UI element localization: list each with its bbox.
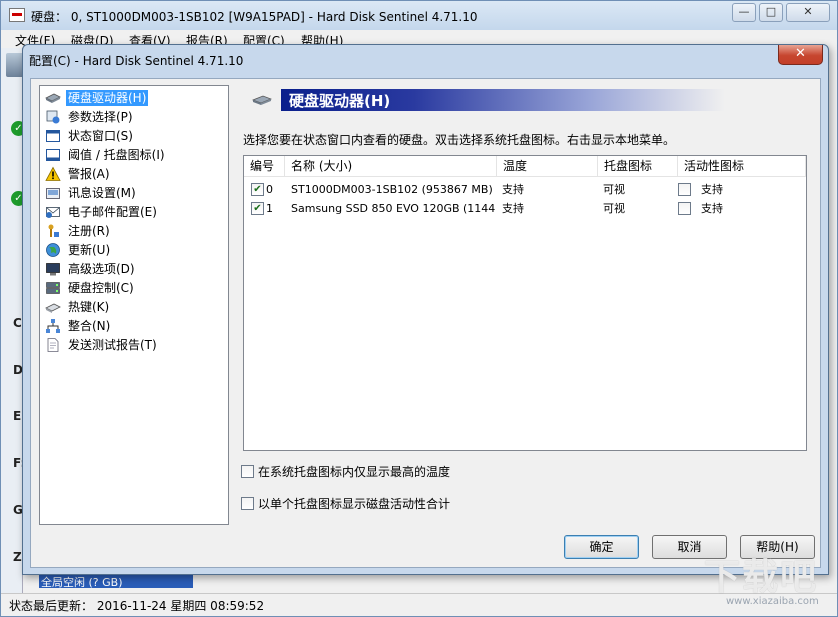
network-icon [45, 318, 61, 334]
disk-number: 1 [266, 199, 284, 218]
tray-icon [45, 147, 61, 163]
tree-item-message-settings[interactable]: 讯息设置(M) [44, 184, 224, 202]
tree-item-label: 高级选项(D) [66, 261, 137, 277]
table-row[interactable]: ✔ 0 ST1000DM003-1SB102 (953867 MB) 支持 可视… [244, 180, 806, 199]
tree-item-hdd[interactable]: 硬盘驱动器(H) [44, 89, 224, 107]
tree-item-threshold-tray[interactable]: 阈值 / 托盘图标(I) [44, 146, 224, 164]
tree-item-label: 发送测试报告(T) [66, 337, 159, 353]
maximize-button[interactable]: □ [759, 3, 783, 22]
main-title-bar: 硬盘： 0, ST1000DM003-1SB102 [W9A15PAD] - H… [1, 1, 837, 30]
tree-item-email-config[interactable]: 电子邮件配置(E) [44, 203, 224, 221]
dialog-title: 配置(C) - Hard Disk Sentinel 4.71.10 [29, 52, 243, 69]
status-text: 状态最后更新： 2016-11-24 星期四 08:59:52 [9, 597, 264, 614]
tree-item-label: 参数选择(P) [66, 109, 135, 125]
section-description: 选择您要在状态窗口内查看的硬盘。双击选择系统托盘图标。右击显示本地菜单。 [243, 131, 675, 148]
tree-item-label: 热键(K) [66, 299, 111, 315]
main-window-title: 硬盘： 0, ST1000DM003-1SB102 [W9A15PAD] - H… [31, 8, 478, 25]
activity-checkbox[interactable] [678, 202, 691, 215]
watermark-logo: 下载吧 [704, 548, 818, 600]
disk-checkbox[interactable]: ✔ [251, 202, 264, 215]
minimize-button[interactable]: — [732, 3, 756, 22]
disk-tray-icon: 可视 [603, 199, 673, 218]
hotkey-icon [45, 299, 61, 315]
option-label: 以单个托盘图标显示磁盘活动性合计 [258, 496, 450, 512]
tree-item-label: 整合(N) [66, 318, 112, 334]
hdd-icon [252, 93, 272, 107]
section-header: 硬盘驱动器(H) [281, 89, 725, 111]
tree-item-alerts[interactable]: 警报(A) [44, 165, 224, 183]
preferences-icon [45, 109, 61, 125]
disk-temperature: 支持 [502, 199, 592, 218]
tree-item-label: 硬盘控制(C) [66, 280, 136, 296]
settings-tree: 硬盘驱动器(H) 参数选择(P) 状态窗口(S) 阈值 / 托盘图标(I) 警报… [39, 85, 229, 525]
main-close-button[interactable]: ✕ [786, 3, 830, 22]
tree-item-label: 注册(R) [66, 223, 112, 239]
disk-tray-icon: 可视 [603, 180, 673, 199]
column-header-temperature[interactable]: 温度 [497, 156, 598, 177]
option-checkbox[interactable] [241, 497, 254, 510]
advanced-icon [45, 261, 61, 277]
tree-item-update[interactable]: 更新(U) [44, 241, 224, 259]
tree-item-label: 电子邮件配置(E) [66, 204, 159, 220]
disk-activity-icon: 支持 [701, 180, 761, 199]
disk-number: 0 [266, 180, 284, 199]
disk-name: ST1000DM003-1SB102 (953867 MB) [291, 180, 495, 199]
disk-name: Samsung SSD 850 EVO 120GB (1144... [291, 199, 495, 218]
table-row[interactable]: ✔ 1 Samsung SSD 850 EVO 120GB (1144... 支… [244, 199, 806, 218]
watermark-url: www.xiazaiba.com [726, 596, 819, 607]
tree-item-preferences[interactable]: 参数选择(P) [44, 108, 224, 126]
disk-temperature: 支持 [502, 180, 592, 199]
tree-item-label: 状态窗口(S) [66, 128, 135, 144]
hdd-icon [45, 90, 61, 106]
dialog-client: 硬盘驱动器(H) 参数选择(P) 状态窗口(S) 阈值 / 托盘图标(I) 警报… [30, 78, 821, 568]
ok-button[interactable]: 确定 [564, 535, 639, 559]
email-icon [45, 204, 61, 220]
column-header-name[interactable]: 名称 (大小) [285, 156, 497, 177]
tree-item-status-window[interactable]: 状态窗口(S) [44, 127, 224, 145]
tree-item-disk-control[interactable]: 硬盘控制(C) [44, 279, 224, 297]
tree-item-label: 阈值 / 托盘图标(I) [66, 147, 167, 163]
column-header-tray-icon[interactable]: 托盘图标 [598, 156, 678, 177]
option-label: 在系统托盘图标内仅显示最高的温度 [258, 464, 450, 480]
register-icon [45, 223, 61, 239]
app-icon [9, 8, 25, 22]
tree-item-label: 更新(U) [66, 242, 112, 258]
disk-control-icon [45, 280, 61, 296]
tree-item-advanced[interactable]: 高级选项(D) [44, 260, 224, 278]
tree-item-label: 讯息设置(M) [66, 185, 138, 201]
column-header-number[interactable]: 编号 [244, 156, 285, 177]
free-space-bar: 全局空闲 (? GB) [39, 574, 193, 588]
tree-item-send-test-report[interactable]: 发送测试报告(T) [44, 336, 224, 354]
section-title: 硬盘驱动器(H) [289, 90, 390, 111]
config-dialog: 配置(C) - Hard Disk Sentinel 4.71.10 ✕ 硬盘驱… [22, 44, 829, 575]
tree-item-hotkeys[interactable]: 热键(K) [44, 298, 224, 316]
option-checkbox[interactable] [241, 465, 254, 478]
warning-icon [45, 166, 61, 182]
window-icon [45, 128, 61, 144]
report-icon [45, 337, 61, 353]
dialog-close-button[interactable]: ✕ [778, 45, 823, 65]
tree-item-register[interactable]: 注册(R) [44, 222, 224, 240]
list-header: 编号 名称 (大小) 温度 托盘图标 活动性图标 [244, 156, 806, 177]
column-header-activity-icon[interactable]: 活动性图标 [678, 156, 806, 177]
disk-checkbox[interactable]: ✔ [251, 183, 264, 196]
disk-list: 编号 名称 (大小) 温度 托盘图标 活动性图标 ✔ 0 ST1000DM003… [243, 155, 807, 451]
globe-icon [45, 242, 61, 258]
activity-checkbox[interactable] [678, 183, 691, 196]
message-icon [45, 185, 61, 201]
disk-activity-icon: 支持 [701, 199, 761, 218]
watermark: 下载吧 www.xiazaiba.com [700, 548, 832, 612]
tree-item-label: 硬盘驱动器(H) [66, 90, 148, 106]
tree-item-label: 警报(A) [66, 166, 112, 182]
tree-item-integration[interactable]: 整合(N) [44, 317, 224, 335]
